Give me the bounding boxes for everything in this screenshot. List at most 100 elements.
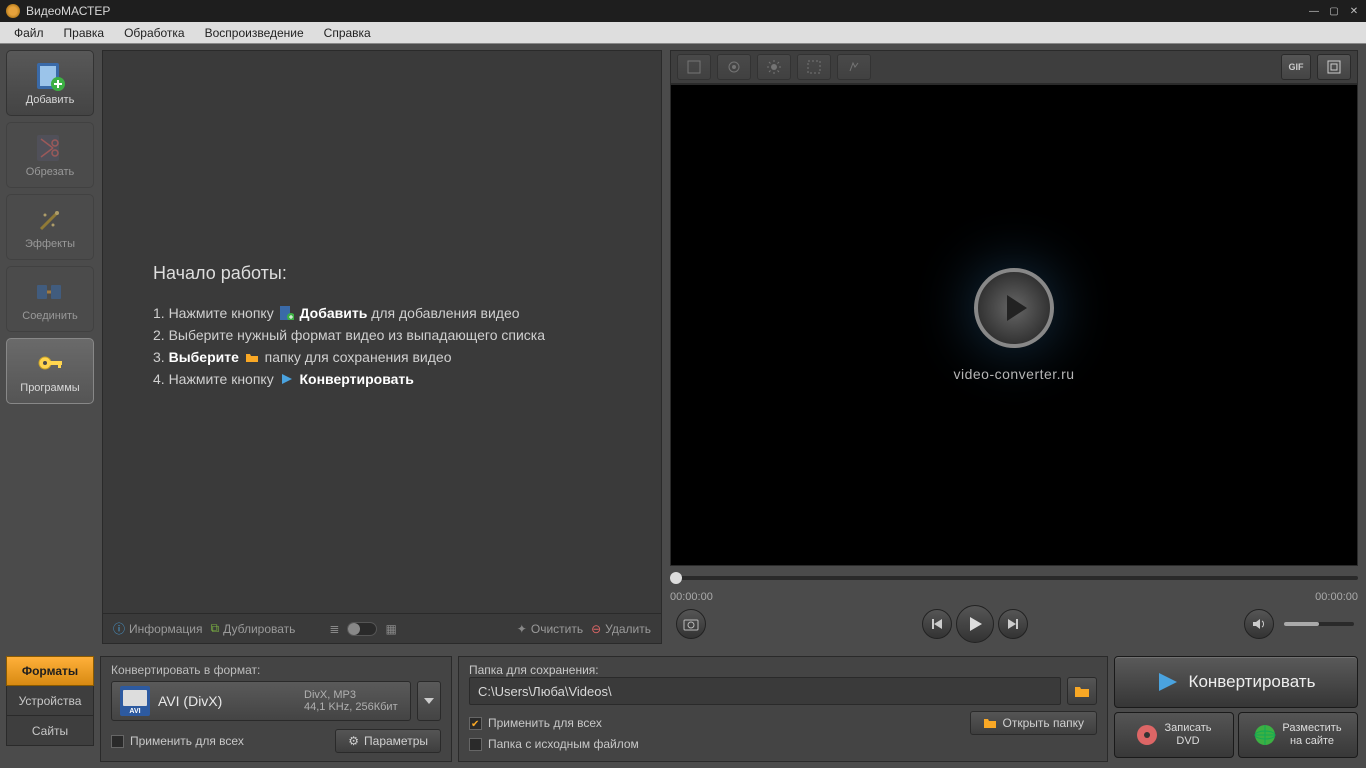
tab-formats[interactable]: Форматы [6,656,94,686]
play-arrow-icon [1157,671,1179,693]
delete-button[interactable]: ⊖Удалить [591,622,651,636]
convert-button[interactable]: Конвертировать [1114,656,1358,708]
menu-edit[interactable]: Правка [54,24,115,42]
gif-button[interactable]: GIF [1281,54,1311,80]
play-button[interactable] [956,605,994,643]
getting-started: Начало работы: 1. Нажмите кнопку Добавит… [153,263,545,390]
sidebar-effects-button: Эффекты [6,194,94,260]
sidebar-add-button[interactable]: Добавить [6,50,94,116]
time-total: 00:00:00 [1315,591,1358,603]
menu-file[interactable]: Файл [4,24,54,42]
title-bar: ВидеоМАСТЕР — ▢ ✕ [0,0,1366,22]
format-audio: 44,1 KHz, 256Кбит [304,701,402,713]
sidebar-add-label: Добавить [26,94,75,106]
minimize-button[interactable]: — [1308,5,1320,17]
sidebar-cut-button: Обрезать [6,122,94,188]
globe-icon [1254,724,1276,746]
folder-panel-label: Папка для сохранения: [469,663,1097,677]
crop-tool-button[interactable] [677,54,711,80]
seek-slider[interactable] [670,576,1358,580]
format-tabs: Форматы Устройства Сайты [0,650,100,768]
time-current: 00:00:00 [670,591,713,603]
preview-toolbar: GIF [670,50,1358,84]
list-icon[interactable]: ≣ [329,622,339,636]
brightness-button[interactable] [757,54,791,80]
snapshot-small-button[interactable] [676,609,706,639]
open-folder-button[interactable]: Открыть папку [970,711,1097,735]
file-list-area[interactable]: Начало работы: 1. Нажмите кнопку Добавит… [102,50,662,614]
tab-devices[interactable]: Устройства [6,686,94,716]
preview-brand-label: video-converter.ru [953,366,1074,382]
same-folder-checkbox[interactable] [469,738,482,751]
gear-icon: ⚙ [348,734,359,748]
avi-file-icon: AVI [120,686,150,716]
scissors-icon [34,132,66,164]
prev-button[interactable] [922,609,952,639]
step-3: 3. Выберите папку для сохранения видео [153,346,545,368]
effects-tool-button[interactable] [797,54,831,80]
actions-panel: Конвертировать Записать DVD Разместить н… [1114,656,1358,762]
volume-slider[interactable] [1284,622,1354,626]
params-button[interactable]: ⚙ Параметры [335,729,441,753]
sidebar-programs-button[interactable]: Программы [6,338,94,404]
file-panel: Начало работы: 1. Нажмите кнопку Добавит… [100,44,668,650]
disc-icon [1136,724,1158,746]
getting-started-heading: Начало работы: [153,263,545,284]
format-dropdown-button[interactable] [417,681,441,721]
menu-bar: Файл Правка Обработка Воспроизведение Сп… [0,22,1366,44]
sidebar: Добавить Обрезать Эффекты Соединить Прог… [0,44,100,650]
maximize-button[interactable]: ▢ [1328,5,1340,17]
app-icon [6,4,20,18]
play-overlay-icon [974,268,1054,348]
video-preview[interactable]: video-converter.ru [670,84,1358,566]
format-apply-all-label: Применить для всех [130,734,244,748]
step-2: 2. Выберите нужный формат видео из выпад… [153,324,545,346]
folder-icon [245,350,259,364]
same-folder-label: Папка с исходным файлом [488,737,639,751]
join-icon [34,276,66,308]
file-toolbar: ⓘИнформация ⧉Дублировать ≣ ▦ ✦Очистить ⊖… [102,614,662,644]
wand-icon [34,204,66,236]
browse-folder-button[interactable] [1067,677,1097,705]
tab-sites[interactable]: Сайты [6,716,94,746]
playback-controls [670,604,1358,644]
key-icon [34,348,66,380]
next-button[interactable] [998,609,1028,639]
folder-apply-all-checkbox[interactable] [469,717,482,730]
duplicate-button[interactable]: ⧉Дублировать [211,621,296,636]
bottom-panel: Форматы Устройства Сайты Конвертировать … [0,650,1366,768]
speed-button[interactable] [837,54,871,80]
view-toggle[interactable] [347,622,377,636]
sidebar-join-label: Соединить [22,310,78,322]
fullscreen-button[interactable] [1317,54,1351,80]
close-button[interactable]: ✕ [1348,5,1360,17]
format-panel-label: Конвертировать в формат: [111,663,441,677]
info-icon: ⓘ [113,620,125,637]
broom-icon: ✦ [517,622,527,636]
menu-playback[interactable]: Воспроизведение [195,24,314,42]
folder-panel: Папка для сохранения: C:\Users\Люба\Vide… [458,656,1108,762]
menu-help[interactable]: Справка [314,24,381,42]
app-title: ВидеоМАСТЕР [26,4,110,18]
play-arrow-icon [280,372,294,386]
mute-button[interactable] [1244,609,1274,639]
info-button[interactable]: ⓘИнформация [113,620,203,637]
clear-button[interactable]: ✦Очистить [517,622,583,636]
folder-apply-all-label: Применить для всех [488,716,602,730]
duplicate-icon: ⧉ [211,621,220,636]
step-1: 1. Нажмите кнопку Добавить для добавлени… [153,302,545,324]
folder-open-icon [983,717,997,729]
format-selector[interactable]: AVI AVI (DivX) DivX, MP3 44,1 KHz, 256Кб… [111,681,411,721]
format-name: AVI (DivX) [158,693,296,709]
format-apply-all-checkbox[interactable] [111,735,124,748]
sidebar-effects-label: Эффекты [25,238,75,250]
upload-site-button[interactable]: Разместить на сайте [1238,712,1358,758]
sidebar-cut-label: Обрезать [26,166,75,178]
output-path-field[interactable]: C:\Users\Люба\Videos\ [469,677,1061,705]
grid-icon[interactable]: ▦ [385,622,396,636]
burn-dvd-button[interactable]: Записать DVD [1114,712,1234,758]
snapshot-button[interactable] [717,54,751,80]
menu-process[interactable]: Обработка [114,24,195,42]
preview-panel: GIF video-converter.ru 00:00:00 00:00:00 [668,44,1366,650]
film-add-icon [34,60,66,92]
